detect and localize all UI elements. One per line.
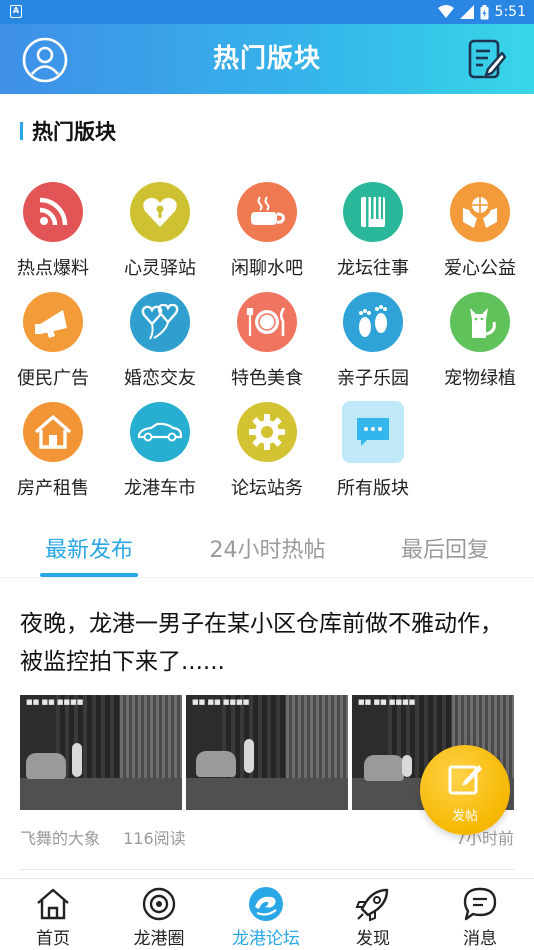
category-label: 婚恋交友 <box>124 368 196 389</box>
category-hot-news[interactable]: 热点爆料 <box>3 172 103 279</box>
post-meta: 飞舞的大象 116阅读 <box>20 825 204 849</box>
nav-label: 消息 <box>463 929 497 949</box>
heart-lock-icon <box>130 182 190 242</box>
feed-tabs: 最新发布 24小时热帖 最后回复 <box>0 520 534 578</box>
category-pets-plants[interactable]: 宠物绿植 <box>430 282 530 389</box>
nav-label: 发现 <box>356 929 390 949</box>
message-icon <box>463 887 497 921</box>
charity-hands-icon <box>450 182 510 242</box>
category-label: 房产租售 <box>17 478 89 499</box>
status-icons: 5:51 <box>437 2 526 22</box>
rss-icon <box>23 182 83 242</box>
category-label: 宠物绿植 <box>444 368 516 389</box>
page-title: 热门版块 <box>212 44 321 74</box>
section-accent-bar <box>20 122 23 140</box>
category-label: 闲聊水吧 <box>231 258 303 279</box>
category-soul-station[interactable]: 心灵驿站 <box>110 172 210 279</box>
notification-icon: A <box>10 5 22 18</box>
category-label: 论坛站务 <box>231 478 303 499</box>
category-dating[interactable]: 婚恋交友 <box>110 282 210 389</box>
category-forum-history[interactable]: 龙坛往事 <box>323 172 423 279</box>
post-image[interactable]: ■■ ■■ ■■■■ <box>20 695 182 810</box>
book-icon <box>343 182 403 242</box>
compose-icon[interactable] <box>468 39 506 81</box>
signal-icon <box>459 5 474 19</box>
category-all-boards[interactable]: 所有版块 <box>323 392 423 499</box>
wifi-icon <box>437 5 454 18</box>
category-admin[interactable]: 论坛站务 <box>217 392 317 499</box>
category-label: 龙港车市 <box>124 478 196 499</box>
chat-bubble-icon <box>342 401 404 463</box>
category-car-market[interactable]: 龙港车市 <box>110 392 210 499</box>
megaphone-icon <box>23 292 83 352</box>
category-family[interactable]: 亲子乐园 <box>323 282 423 389</box>
category-food[interactable]: 特色美食 <box>217 282 317 389</box>
post-title[interactable]: 夜晚，龙港一男子在某小区仓库前做不雅动作，被监控拍下来了...... <box>20 605 520 681</box>
section-title: 热门版块 <box>32 120 116 144</box>
category-label: 心灵驿站 <box>124 258 196 279</box>
post-author[interactable]: 飞舞的大象 <box>20 829 100 848</box>
house-icon <box>23 402 83 462</box>
plate-cutlery-icon <box>237 292 297 352</box>
footprints-icon <box>343 292 403 352</box>
nav-label: 首页 <box>36 929 70 949</box>
post-read-count: 116阅读 <box>123 829 186 848</box>
category-label: 亲子乐园 <box>337 368 409 389</box>
home-icon <box>37 888 69 920</box>
tab-last-reply[interactable]: 最后回复 <box>390 532 500 564</box>
cat-icon <box>450 292 510 352</box>
car-icon <box>130 402 190 462</box>
balloon-hearts-icon <box>130 292 190 352</box>
edit-icon <box>448 765 482 795</box>
nav-circle[interactable]: 龙港圈 <box>106 879 212 950</box>
category-label: 热点爆料 <box>17 258 89 279</box>
category-label: 龙坛往事 <box>337 258 409 279</box>
nav-forum[interactable]: 龙港论坛 <box>213 879 319 950</box>
nav-messages[interactable]: 消息 <box>427 879 533 950</box>
nav-home[interactable]: 首页 <box>0 879 106 950</box>
category-label: 爱心公益 <box>444 258 516 279</box>
divider <box>20 869 514 870</box>
category-chat-bar[interactable]: 闲聊水吧 <box>217 172 317 279</box>
nav-label: 龙港论坛 <box>232 929 300 949</box>
gear-icon <box>237 402 297 462</box>
app-header: 热门版块 <box>0 24 534 94</box>
forum-logo-icon <box>249 887 283 921</box>
nav-discover[interactable]: 发现 <box>320 879 426 950</box>
category-charity[interactable]: 爱心公益 <box>430 172 530 279</box>
battery-icon <box>480 4 489 19</box>
tab-latest[interactable]: 最新发布 <box>40 532 138 564</box>
circle-icon <box>142 887 176 921</box>
category-label: 所有版块 <box>337 478 409 499</box>
new-post-label: 发帖 <box>451 809 478 824</box>
category-local-ads[interactable]: 便民广告 <box>3 282 103 389</box>
category-label: 便民广告 <box>17 368 89 389</box>
coffee-cup-icon <box>237 182 297 242</box>
nav-label: 龙港圈 <box>133 929 185 949</box>
bottom-nav: 首页 龙港圈 龙港论坛 发现 消息 <box>0 878 534 950</box>
category-real-estate[interactable]: 房产租售 <box>3 392 103 499</box>
clock: 5:51 <box>494 4 526 20</box>
active-tab-indicator <box>40 573 138 577</box>
section-header: 热门版块 <box>0 94 534 168</box>
status-bar: A 5:51 <box>0 0 534 24</box>
new-post-button[interactable]: 发帖 <box>420 745 510 835</box>
rocket-icon <box>355 888 389 922</box>
post-image[interactable]: ■■ ■■ ■■■■ <box>186 695 348 810</box>
category-label: 特色美食 <box>231 368 303 389</box>
tab-24h-hot[interactable]: 24小时热帖 <box>195 532 340 564</box>
